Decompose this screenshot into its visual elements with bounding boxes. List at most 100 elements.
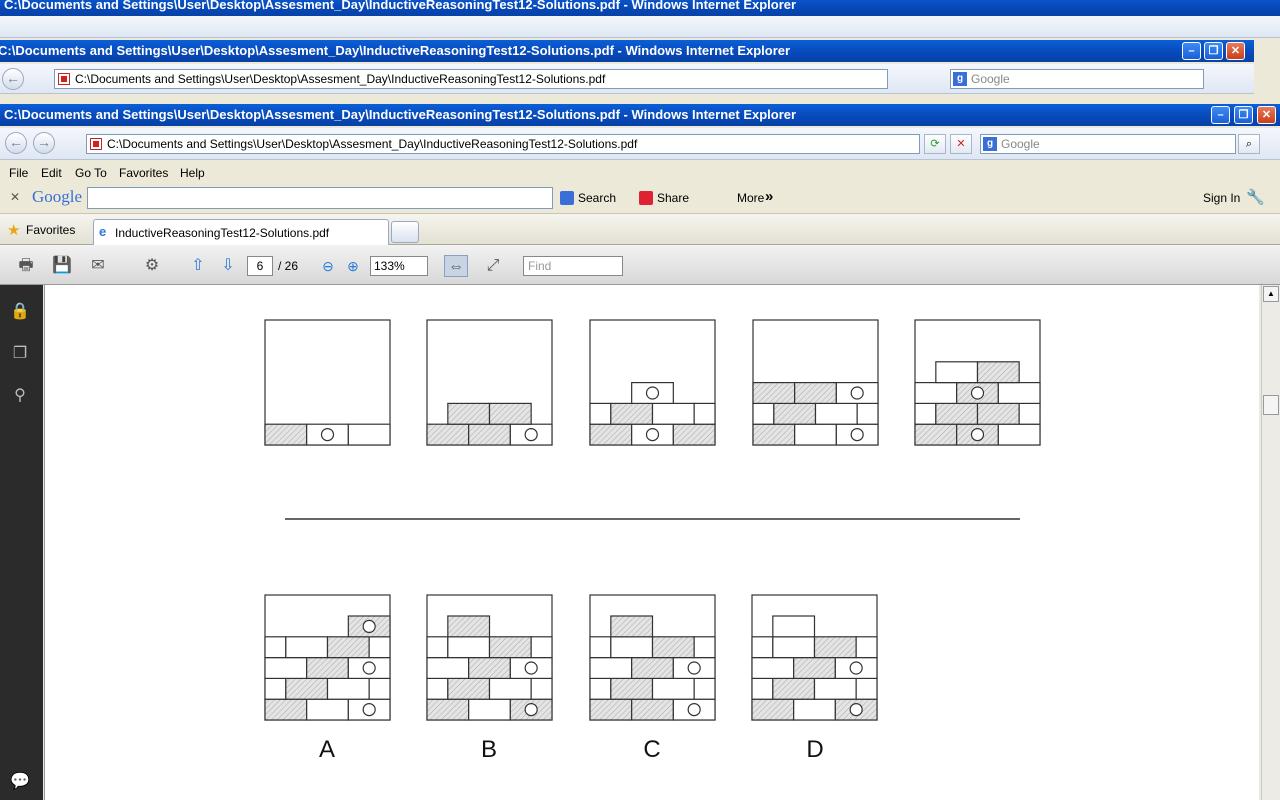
pages-icon[interactable]: ❐	[9, 343, 31, 365]
brick	[610, 402, 654, 425]
brick	[426, 423, 470, 446]
current-page: 6	[256, 259, 264, 273]
pdf-toolbar: 🖶 💾 ✉ ⚙ ⇧ ⇩ 6 / 26 ⊖ ⊕ 133% ⇔ ⤢ Find	[0, 245, 1280, 285]
close-button[interactable]: ✕	[1257, 106, 1276, 124]
search-go-icon[interactable]: ⌕	[1238, 134, 1260, 154]
pdf-file-icon	[90, 138, 102, 150]
page-number-input[interactable]: 6	[247, 256, 273, 276]
menu-goto[interactable]: Go To	[75, 166, 107, 180]
sequence-panel-2	[426, 319, 553, 446]
binoculars-icon[interactable]: ⚲	[9, 385, 31, 407]
brick	[447, 677, 491, 700]
search-input[interactable]: g Google	[950, 69, 1204, 89]
navigation-sidebar: 🔒 ❐ ⚲ 💬	[0, 285, 43, 800]
answer-panel-d	[751, 594, 878, 721]
address-input[interactable]: C:\Documents and Settings\User\Desktop\A…	[86, 134, 920, 154]
close-button[interactable]: ✕	[1226, 42, 1245, 60]
maximize-button[interactable]: ❐	[1204, 42, 1223, 60]
brick	[794, 423, 837, 446]
answer-panel-a	[264, 594, 391, 721]
brick-circle	[645, 428, 660, 442]
brick	[368, 636, 391, 659]
menu-favorites[interactable]: Favorites	[119, 166, 168, 180]
brick	[589, 423, 633, 446]
window-titlebar-back-1[interactable]: C:\Documents and Settings\User\Desktop\A…	[0, 0, 1280, 16]
brick-circle	[850, 386, 864, 400]
sequence-panel-5	[914, 319, 1041, 446]
google-search-input[interactable]	[87, 187, 553, 209]
email-icon[interactable]: ✉	[86, 255, 110, 277]
zoom-in-icon[interactable]: ⊕	[341, 255, 365, 277]
brick	[793, 656, 836, 679]
brick	[914, 382, 958, 405]
menu-help[interactable]: Help	[180, 166, 205, 180]
zoom-out-icon[interactable]: ⊖	[316, 255, 340, 277]
address-text: C:\Documents and Settings\User\Desktop\A…	[75, 72, 606, 86]
new-tab-button[interactable]	[391, 221, 419, 243]
comments-icon[interactable]: 💬	[9, 771, 31, 793]
brick	[264, 423, 308, 446]
brick	[285, 677, 329, 700]
brick	[997, 423, 1041, 446]
brick	[751, 698, 795, 721]
scroll-up-button[interactable]: ▲	[1263, 286, 1279, 302]
sign-in-link[interactable]: Sign In	[1203, 191, 1240, 205]
previous-page-icon[interactable]: ⇧	[186, 255, 210, 277]
find-placeholder: Find	[528, 259, 552, 273]
collaborate-icon[interactable]: ⚙	[140, 255, 164, 277]
menu-file[interactable]: File	[9, 166, 28, 180]
minimize-button[interactable]: –	[1211, 106, 1230, 124]
brick	[772, 636, 816, 659]
answer-label-d: D	[806, 736, 823, 763]
fit-width-icon[interactable]: ⇔	[444, 255, 468, 277]
brick-circle	[320, 428, 335, 442]
brick	[976, 361, 1020, 384]
brick	[447, 636, 491, 659]
brick	[751, 656, 795, 679]
back-button[interactable]: ←	[5, 132, 27, 154]
wrench-icon[interactable]: 🔧	[1246, 188, 1265, 206]
print-icon[interactable]: 🖶	[14, 255, 38, 277]
favorites-button[interactable]: Favorites	[26, 223, 75, 237]
vertical-scrollbar[interactable]: ▲	[1261, 285, 1280, 800]
lock-icon[interactable]: 🔒	[9, 301, 31, 323]
google-logo: Google	[32, 187, 83, 206]
answer-panel-c	[589, 594, 716, 721]
search-button[interactable]: Search	[578, 191, 616, 205]
address-input[interactable]: C:\Documents and Settings\User\Desktop\A…	[54, 69, 888, 89]
stop-button[interactable]: ✕	[950, 134, 972, 154]
menu-edit[interactable]: Edit	[41, 166, 62, 180]
more-button[interactable]: More	[737, 191, 764, 205]
puzzle-figure: A B C D	[264, 319, 1041, 763]
brick	[773, 402, 817, 425]
scroll-thumb[interactable]	[1263, 395, 1279, 415]
window-titlebar-back-2[interactable]: C:\Documents and Settings\User\Desktop\A…	[0, 40, 1254, 62]
maximize-button[interactable]: ❐	[1234, 106, 1253, 124]
next-page-icon[interactable]: ⇩	[216, 255, 240, 277]
search-input[interactable]: g Google	[980, 134, 1236, 154]
share-button[interactable]: Share	[657, 191, 689, 205]
brick	[306, 656, 349, 679]
fit-page-icon[interactable]: ⤢	[481, 255, 505, 277]
minimize-button[interactable]: –	[1182, 42, 1201, 60]
forward-button[interactable]: →	[33, 132, 55, 154]
save-icon[interactable]: 💾	[50, 255, 74, 277]
window-titlebar[interactable]: C:\Documents and Settings\User\Desktop\A…	[0, 104, 1280, 126]
google-toolbar: ✕ Google Search Share More » Sign In 🔧	[0, 182, 1280, 214]
brick	[326, 677, 370, 700]
brick	[935, 402, 979, 425]
answer-label-a: A	[319, 736, 335, 763]
address-row: ← → C:\Documents and Settings\User\Deskt…	[0, 128, 1280, 160]
close-toolbar-icon[interactable]: ✕	[10, 190, 20, 204]
back-icon[interactable]: ←	[2, 68, 24, 90]
find-input[interactable]: Find	[523, 256, 623, 276]
refresh-button[interactable]: ⟳	[924, 134, 946, 154]
favorites-bar: ★ Favorites e InductiveReasoningTest12-S…	[0, 214, 1280, 245]
brick	[976, 402, 1020, 425]
zoom-select[interactable]: 133%	[370, 256, 428, 276]
brick	[488, 677, 532, 700]
brick	[793, 698, 836, 721]
brick	[856, 402, 879, 425]
tab-active[interactable]: e InductiveReasoningTest12-Solutions.pdf	[93, 219, 389, 245]
brick	[426, 656, 470, 679]
